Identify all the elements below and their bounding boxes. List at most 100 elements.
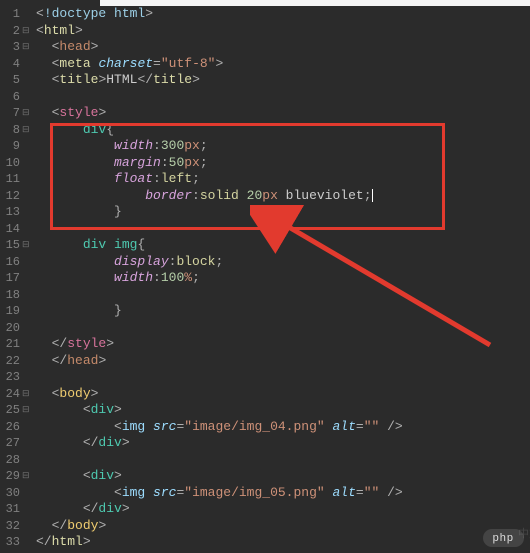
token-punct: </ xyxy=(83,501,99,516)
line-number: 25 xyxy=(2,402,20,419)
token-str: "utf-8" xyxy=(161,56,216,71)
fold-marker[interactable]: ⊟ xyxy=(22,23,32,40)
token-str xyxy=(36,138,114,153)
code-line[interactable]: </html> xyxy=(36,534,530,551)
code-line[interactable] xyxy=(36,221,530,238)
token-doctype: !doctype html xyxy=(44,6,145,21)
line-number: 16 xyxy=(2,254,20,271)
token-punct: ; xyxy=(364,188,372,203)
code-line[interactable]: <div> xyxy=(36,468,530,485)
code-area[interactable]: <!doctype html><html> <head> <meta chars… xyxy=(32,0,530,553)
code-line[interactable]: } xyxy=(36,303,530,320)
token-str xyxy=(36,270,114,285)
token-prop: width xyxy=(114,138,153,153)
line-number: 19 xyxy=(2,303,20,320)
fold-marker[interactable]: ⊟ xyxy=(22,105,32,122)
token-punct: > xyxy=(98,105,106,120)
code-line[interactable]: <div> xyxy=(36,402,530,419)
token-val-num: 20 xyxy=(247,188,263,203)
token-head-tag: head xyxy=(59,39,90,54)
token-tag: html xyxy=(44,23,75,38)
code-line[interactable]: </head> xyxy=(36,353,530,370)
token-style-tag: style xyxy=(59,105,98,120)
code-line[interactable]: div img{ xyxy=(36,237,530,254)
token-punct: /> xyxy=(387,485,403,500)
code-line[interactable]: } xyxy=(36,204,530,221)
code-line[interactable]: width:100%; xyxy=(36,270,530,287)
fold-marker xyxy=(22,501,32,518)
line-number: 1 xyxy=(2,6,20,23)
code-line[interactable]: float:left; xyxy=(36,171,530,188)
token-tag: html xyxy=(52,534,83,549)
code-line[interactable] xyxy=(36,452,530,469)
code-line[interactable]: <img src="image/img_04.png" alt="" /> xyxy=(36,419,530,436)
token-str: "" xyxy=(364,419,387,434)
code-line[interactable]: </body> xyxy=(36,518,530,535)
fold-marker[interactable]: ⊟ xyxy=(22,402,32,419)
line-number: 3 xyxy=(2,39,20,56)
token-punct: < xyxy=(114,419,122,434)
token-selector-div: div xyxy=(83,122,106,137)
token-val-px: px xyxy=(262,188,285,203)
line-number: 21 xyxy=(2,336,20,353)
token-div-tag: div xyxy=(91,402,114,417)
code-line[interactable]: </div> xyxy=(36,435,530,452)
token-str xyxy=(36,419,114,434)
fold-marker[interactable]: ⊟ xyxy=(22,386,32,403)
code-line[interactable]: width:300px; xyxy=(36,138,530,155)
token-str xyxy=(36,518,52,533)
code-line[interactable] xyxy=(36,369,530,386)
fold-marker[interactable]: ⊟ xyxy=(22,237,32,254)
fold-marker xyxy=(22,89,32,106)
token-tag: title xyxy=(59,72,98,87)
code-line[interactable]: <meta charset="utf-8"> xyxy=(36,56,530,73)
code-line[interactable]: <html> xyxy=(36,23,530,40)
token-punct: ; xyxy=(215,254,223,269)
code-line[interactable]: <body> xyxy=(36,386,530,403)
code-line[interactable]: border:solid 20px blueviolet; xyxy=(36,188,530,205)
code-line[interactable]: </div> xyxy=(36,501,530,518)
line-number: 31 xyxy=(2,501,20,518)
code-line[interactable] xyxy=(36,89,530,106)
token-punct: = xyxy=(356,419,364,434)
line-number: 15 xyxy=(2,237,20,254)
token-str xyxy=(36,105,52,120)
token-str xyxy=(36,56,52,71)
token-val-num: 100 xyxy=(161,270,184,285)
fold-marker xyxy=(22,56,32,73)
token-str xyxy=(36,204,114,219)
code-line[interactable]: margin:50px; xyxy=(36,155,530,172)
token-head-tag: head xyxy=(67,353,98,368)
fold-marker xyxy=(22,171,32,188)
code-line[interactable]: <head> xyxy=(36,39,530,56)
token-tag: title xyxy=(153,72,192,87)
fold-marker[interactable]: ⊟ xyxy=(22,468,32,485)
token-punct: < xyxy=(36,23,44,38)
token-punct: > xyxy=(75,23,83,38)
code-line[interactable]: display:block; xyxy=(36,254,530,271)
token-prop: margin xyxy=(114,155,161,170)
code-line[interactable]: <!doctype html> xyxy=(36,6,530,23)
code-editor[interactable]: 1234567891011121314151617181920212223242… xyxy=(0,0,530,553)
code-line[interactable]: div{ xyxy=(36,122,530,139)
code-line[interactable]: <img src="image/img_05.png" alt="" /> xyxy=(36,485,530,502)
token-punct: </ xyxy=(137,72,153,87)
fold-marker[interactable]: ⊟ xyxy=(22,39,32,56)
code-line[interactable] xyxy=(36,287,530,304)
fold-marker[interactable]: ⊟ xyxy=(22,122,32,139)
line-number: 20 xyxy=(2,320,20,337)
line-number: 24 xyxy=(2,386,20,403)
code-line[interactable]: <style> xyxy=(36,105,530,122)
line-number: 8 xyxy=(2,122,20,139)
token-punct: = xyxy=(153,56,161,71)
fold-marker xyxy=(22,435,32,452)
token-str xyxy=(36,485,114,500)
token-punct: : xyxy=(192,188,200,203)
code-line[interactable]: <title>HTML</title> xyxy=(36,72,530,89)
token-str xyxy=(36,501,83,516)
token-punct: : xyxy=(153,138,161,153)
token-punct: > xyxy=(91,39,99,54)
code-line[interactable] xyxy=(36,320,530,337)
token-punct: > xyxy=(114,468,122,483)
code-line[interactable]: </style> xyxy=(36,336,530,353)
